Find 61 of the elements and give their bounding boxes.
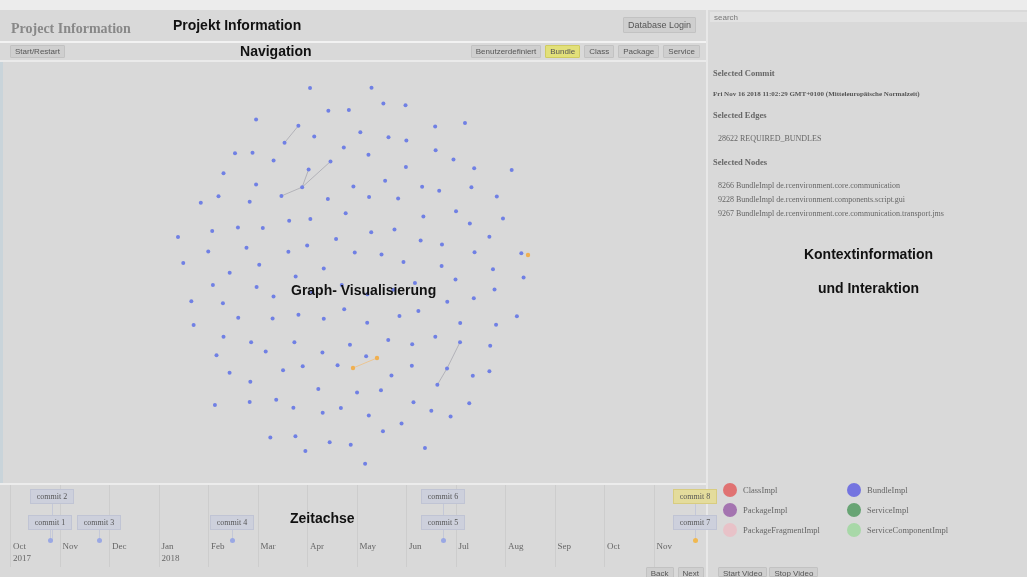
commit-dot [440, 538, 446, 543]
year-label: 2017 [12, 553, 31, 565]
list-item[interactable]: 28622 REQUIRED_BUNDLES [718, 134, 1027, 143]
legend-label: PackageFragmentImpl [743, 525, 820, 535]
app-title: Project Information [11, 21, 131, 38]
month-label: Jan [160, 541, 174, 553]
annotation-label: Graph- Visualisierung [291, 282, 437, 298]
annotation-label: Zeitachse [290, 510, 355, 526]
year-label: 2018 [160, 553, 180, 565]
commit-marker[interactable]: commit 5 [421, 515, 465, 530]
search-field[interactable]: search [710, 12, 1027, 22]
month-label: Feb [210, 541, 225, 553]
section-heading: Selected Nodes [713, 157, 769, 167]
commit-dot [692, 538, 698, 543]
filter-button[interactable]: Service [663, 44, 700, 58]
legend-label: ServiceComponentImpl [867, 525, 949, 535]
commit-marker[interactable]: commit 3 [77, 515, 121, 530]
annotation-label: Projekt Information [172, 17, 302, 34]
back-button[interactable]: Back [645, 567, 674, 577]
list-item[interactable]: 9228 BundleImpl de.rcenvironment.components.script.gui [718, 195, 1027, 204]
section-heading: Selected Commit [713, 68, 776, 78]
legend-label: ServiceImpl [867, 505, 909, 515]
section-heading: Selected Edges [713, 110, 768, 120]
month-label: Nov [655, 541, 672, 553]
month-label: Oct [12, 541, 26, 553]
filter-button[interactable]: Class [584, 44, 615, 58]
commit-marker[interactable]: commit 1 [28, 515, 72, 530]
annotation-label: Navigation [240, 43, 312, 60]
month-label: Jun [408, 541, 422, 553]
database-login-button[interactable]: Database Login [622, 17, 696, 34]
commit-marker[interactable]: commit 4 [210, 515, 254, 530]
month-label: Oct [606, 541, 620, 553]
filter-button[interactable]: Package [618, 44, 660, 58]
commit-marker[interactable]: commit 7 [673, 515, 717, 530]
list-item[interactable]: 9267 BundleImpl de.rcenvironment.core.communication.transport.jms [718, 209, 1027, 218]
annotation-label: und Interaktion [817, 280, 920, 296]
commit-marker[interactable]: commit 2 [30, 489, 74, 504]
filter-button[interactable]: Bundle [545, 44, 581, 58]
video-button[interactable]: Start Video [718, 567, 768, 577]
commit-dot [96, 538, 102, 543]
list-item[interactable]: 8266 BundleImpl de.rcenvironment.core.communication [718, 181, 1027, 190]
month-label: Apr [309, 541, 324, 553]
next-button[interactable]: Next [677, 567, 704, 577]
commit-marker[interactable]: commit 6 [421, 489, 465, 504]
legend-label: BundleImpl [867, 485, 908, 495]
commit-dot [47, 538, 53, 543]
legend-label: ClassImpl [743, 485, 778, 495]
annotation-label: Kontextinformation [803, 246, 934, 262]
commit-dot [229, 538, 235, 543]
month-label: Jul [457, 541, 469, 553]
month-label: Nov [61, 541, 78, 553]
filter-button[interactable]: Benutzerdefiniert [470, 44, 542, 58]
month-label: Sep [556, 541, 571, 553]
month-label: Dec [111, 541, 127, 553]
month-label: May [358, 541, 376, 553]
legend-label: PackageImpl [743, 505, 788, 515]
month-label: Mar [259, 541, 276, 553]
month-label: Aug [507, 541, 524, 553]
restart-button[interactable]: Start/Restart [10, 44, 65, 58]
commit-marker[interactable]: commit 8 [673, 489, 717, 504]
video-button[interactable]: Stop Video [769, 567, 819, 577]
